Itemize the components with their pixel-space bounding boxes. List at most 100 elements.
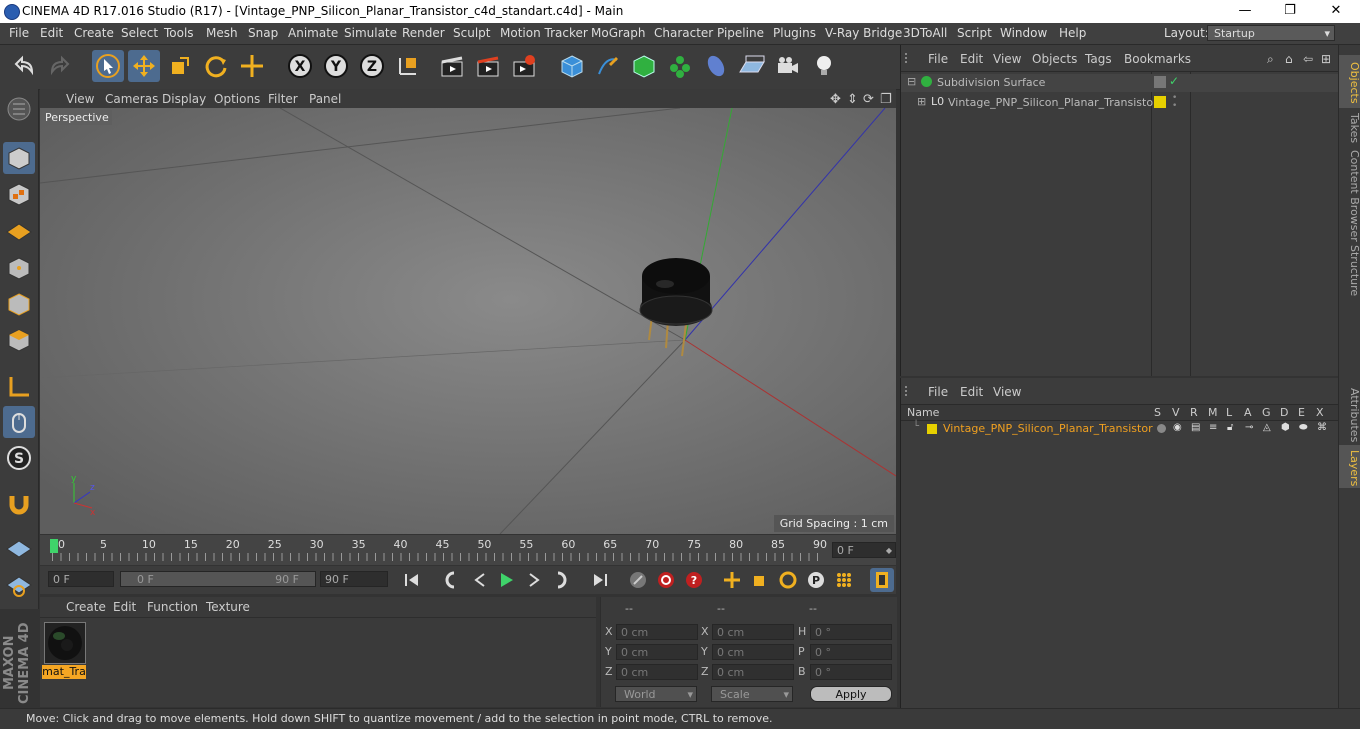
maximize-button[interactable]: ❐ bbox=[1267, 0, 1313, 23]
frame-range-slider[interactable]: 0 F 90 F bbox=[120, 571, 316, 587]
layout-dropdown[interactable]: Startup ▾ bbox=[1207, 25, 1335, 41]
coordinate-system-button[interactable] bbox=[392, 50, 424, 82]
object-name[interactable]: Subdivision Surface bbox=[937, 76, 1045, 89]
x-axis-lock[interactable]: X bbox=[284, 50, 316, 82]
key-rotation-button[interactable] bbox=[776, 568, 800, 592]
planar-workplane-button[interactable] bbox=[3, 569, 35, 601]
eye-icon[interactable]: ◉ bbox=[1173, 422, 1182, 433]
column-deformers[interactable]: D bbox=[1280, 406, 1288, 419]
viewport-maximize-icon[interactable]: ❐ bbox=[880, 92, 892, 107]
key-parameter-button[interactable]: P bbox=[804, 568, 828, 592]
menu-mograph[interactable]: MoGraph bbox=[591, 26, 646, 40]
render-picture-viewer-button[interactable] bbox=[472, 50, 504, 82]
perspective-viewport[interactable]: y z x Perspective Grid Spacing : 1 cm bbox=[40, 108, 896, 534]
size-x-field[interactable]: 0 cm bbox=[712, 624, 794, 640]
texture-mode-button[interactable] bbox=[3, 178, 35, 210]
current-frame-field[interactable]: 0 F ◆ bbox=[832, 542, 896, 558]
menu-file[interactable]: File bbox=[9, 26, 29, 40]
viewport-menu-display[interactable]: Display bbox=[162, 92, 206, 106]
menu-snap[interactable]: Snap bbox=[248, 26, 278, 40]
snap-button[interactable]: S bbox=[3, 442, 35, 474]
play-button[interactable] bbox=[494, 568, 518, 592]
visibility-dots-icon[interactable]: • • bbox=[1172, 94, 1177, 111]
tab-layers[interactable]: Layers bbox=[1339, 445, 1360, 488]
timeline-ruler[interactable]: 0 5 10 15 20 25 30 35 40 45 50 55 60 65 70 75 80 85 90 0 F… bbox=[40, 535, 896, 565]
tab-takes[interactable]: Takes bbox=[1339, 107, 1360, 146]
menu-3dtoall[interactable]: 3DToAll bbox=[903, 26, 947, 40]
column-render[interactable]: R bbox=[1190, 406, 1198, 419]
add-spline-button[interactable] bbox=[592, 50, 624, 82]
column-view[interactable]: V bbox=[1172, 406, 1180, 419]
menu-character[interactable]: Character bbox=[654, 26, 713, 40]
expand-icon[interactable]: ⊞ bbox=[917, 95, 926, 108]
column-locked[interactable]: L bbox=[1226, 406, 1232, 419]
size-z-field[interactable]: 0 cm bbox=[712, 664, 794, 680]
z-axis-lock[interactable]: Z bbox=[356, 50, 388, 82]
key-pla-button[interactable] bbox=[832, 568, 856, 592]
object-menu-bookmarks[interactable]: Bookmarks bbox=[1124, 52, 1191, 66]
undo-button[interactable] bbox=[8, 50, 40, 82]
arrow-left-icon[interactable]: ⇦ bbox=[1303, 52, 1313, 66]
menu-edit[interactable]: Edit bbox=[40, 26, 63, 40]
xref-icon[interactable]: ⌘ bbox=[1317, 422, 1327, 433]
key-position-button[interactable] bbox=[720, 568, 744, 592]
menu-pipeline[interactable]: Pipeline bbox=[717, 26, 764, 40]
layer-menu-file[interactable]: File bbox=[928, 385, 948, 399]
render-view-button[interactable] bbox=[436, 50, 468, 82]
column-xref[interactable]: X bbox=[1316, 406, 1324, 419]
object-menu-tags[interactable]: Tags bbox=[1085, 52, 1112, 66]
viewport-menu-filter[interactable]: Filter bbox=[268, 92, 298, 106]
enable-axis-button[interactable] bbox=[3, 371, 35, 403]
menu-motion-tracker[interactable]: Motion Tracker bbox=[500, 26, 588, 40]
points-mode-button[interactable] bbox=[3, 252, 35, 284]
go-to-end-button[interactable] bbox=[588, 568, 612, 592]
autokeying-button[interactable] bbox=[654, 568, 678, 592]
position-y-field[interactable]: 0 cm bbox=[616, 644, 698, 660]
object-name[interactable]: Vintage_PNP_Silicon_Planar_Transistor bbox=[948, 96, 1158, 109]
add-deformer-button[interactable] bbox=[700, 50, 732, 82]
menu-mesh[interactable]: Mesh bbox=[206, 26, 238, 40]
material-menu-texture[interactable]: Texture bbox=[206, 600, 250, 614]
next-key-button[interactable] bbox=[550, 568, 574, 592]
viewport-menu-options[interactable]: Options bbox=[214, 92, 260, 106]
menu-create[interactable]: Create bbox=[74, 26, 114, 40]
column-generators[interactable]: G bbox=[1262, 406, 1271, 419]
layer-color-swatch[interactable] bbox=[1154, 96, 1166, 108]
live-selection-tool[interactable] bbox=[92, 50, 124, 82]
home-icon[interactable]: ⌂ bbox=[1285, 52, 1293, 66]
viewport-move-icon[interactable]: ✥ bbox=[830, 92, 841, 107]
add-light-button[interactable] bbox=[808, 50, 840, 82]
position-x-field[interactable]: 0 cm bbox=[616, 624, 698, 640]
manager-list-icon[interactable]: ≡ bbox=[1209, 422, 1217, 433]
solo-toggle-icon[interactable] bbox=[1157, 424, 1166, 433]
menu-select[interactable]: Select bbox=[121, 26, 158, 40]
panel-grip-icon[interactable] bbox=[905, 53, 915, 63]
tab-attributes[interactable]: Attributes bbox=[1339, 385, 1360, 443]
rotate-tool[interactable] bbox=[200, 50, 232, 82]
tab-content-browser[interactable]: Content Browser bbox=[1339, 145, 1360, 243]
transform-tool[interactable] bbox=[236, 50, 268, 82]
object-row-transistor[interactable]: ⊞ L0 Vintage_PNP_Silicon_Planar_Transist… bbox=[901, 94, 1339, 112]
make-editable-button[interactable] bbox=[3, 93, 35, 125]
layer-name[interactable]: Vintage_PNP_Silicon_Planar_Transistor bbox=[943, 422, 1153, 435]
tab-structure[interactable]: Structure bbox=[1339, 242, 1360, 297]
model-mode-button[interactable] bbox=[3, 142, 35, 174]
panel-grip-icon[interactable] bbox=[905, 386, 915, 396]
start-frame-field[interactable]: 0 F bbox=[48, 571, 114, 587]
expression-icon[interactable]: ⬬ bbox=[1299, 422, 1308, 433]
close-button[interactable]: ✕ bbox=[1313, 0, 1359, 23]
render-clapboard-icon[interactable]: ▤ bbox=[1191, 422, 1200, 433]
next-frame-button[interactable] bbox=[522, 568, 546, 592]
add-nurbs-button[interactable] bbox=[628, 50, 660, 82]
layer-menu-view[interactable]: View bbox=[993, 385, 1021, 399]
material-menu-function[interactable]: Function bbox=[147, 600, 198, 614]
object-menu-objects[interactable]: Objects bbox=[1032, 52, 1077, 66]
layer-color-swatch[interactable] bbox=[927, 424, 937, 434]
render-settings-button[interactable] bbox=[508, 50, 540, 82]
tweak-mode-button[interactable] bbox=[3, 406, 35, 438]
layer-color-swatch[interactable] bbox=[1154, 76, 1166, 88]
menu-window[interactable]: Window bbox=[1000, 26, 1047, 40]
lock-icon[interactable]: 🔓︎ bbox=[1227, 422, 1233, 433]
viewport-menu-cameras[interactable]: Cameras bbox=[105, 92, 158, 106]
apply-button[interactable]: Apply bbox=[810, 686, 892, 702]
